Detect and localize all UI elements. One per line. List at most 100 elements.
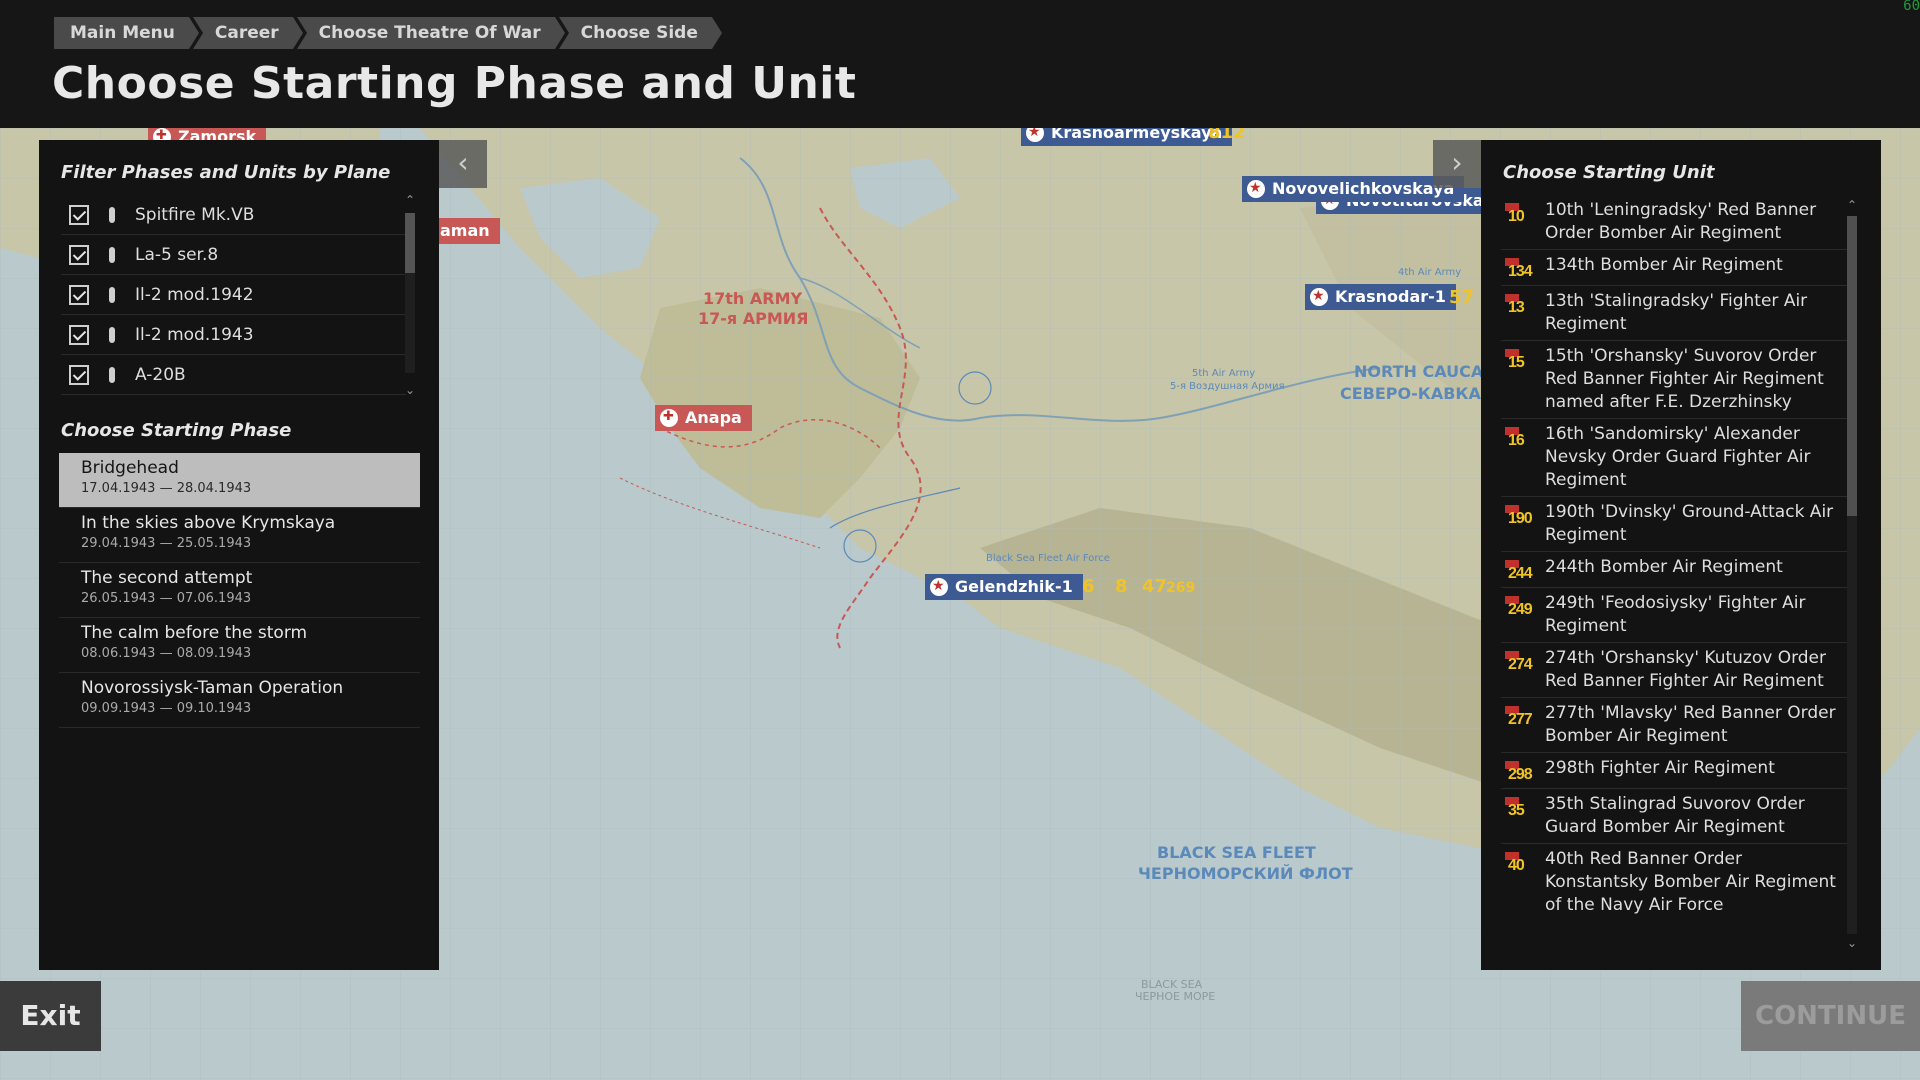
unit-item[interactable]: 277 277th 'Mlavsky' Red Banner Order Bomb… (1501, 698, 1847, 753)
unit-count: 47 (1142, 576, 1168, 597)
plane-filter-row[interactable]: Il-2 mod.1942 (61, 275, 406, 315)
unit-item[interactable]: 10 10th 'Leningradsky' Red Banner Order B… (1501, 195, 1847, 250)
unit-insignia-icon: 249 (1505, 596, 1533, 624)
unit-name: 274th 'Orshansky' Kutuzov Order Red Bann… (1545, 648, 1827, 691)
unit-item[interactable]: 249 249th 'Feodosiysky' Fighter Air Regim… (1501, 588, 1847, 643)
unit-count: 812 (1208, 128, 1246, 143)
filter-heading: Filter Phases and Units by Plane (61, 162, 391, 183)
fleet-label-ru: ЧЕРНОМОРСКИЙ ФЛОТ (1138, 864, 1353, 883)
unit-item[interactable]: 274 274th 'Orshansky' Kutuzov Order Red B… (1501, 643, 1847, 698)
air-army5-label-ru: 5-я Воздушная Армия (1170, 381, 1285, 392)
chevron-down-icon[interactable]: ⌄ (403, 384, 417, 396)
airfield-krasnodar[interactable]: Krasnodar-1 (1305, 283, 1456, 310)
chevron-down-icon[interactable]: ⌄ (1845, 937, 1859, 949)
checkbox[interactable] (69, 204, 89, 225)
unit-insignia-icon: 244 (1505, 560, 1533, 588)
scroll-thumb[interactable] (405, 213, 415, 273)
exit-button[interactable]: Exit (0, 981, 101, 1051)
fps-counter: 60 (1903, 0, 1920, 14)
unit-item[interactable]: 40 40th Red Banner Order Konstantsky Bomb… (1501, 844, 1847, 921)
left-panel: Filter Phases and Units by Plane Spitfir… (39, 140, 439, 970)
plane-filter-row[interactable]: La-5 ser.8 (61, 235, 406, 275)
phase-name: Novorossiysk-Taman Operation (81, 678, 344, 698)
checkbox[interactable] (69, 284, 89, 305)
unit-item[interactable]: 190 190th 'Dvinsky' Ground-Attack Air Reg… (1501, 497, 1847, 552)
checkbox[interactable] (69, 364, 89, 385)
unit-count: 57 (1449, 287, 1475, 308)
unit-number: 244 (1508, 565, 1533, 582)
star-icon (930, 573, 948, 599)
breadcrumb-main-menu[interactable]: Main Menu (54, 17, 199, 49)
phase-list: Bridgehead 17.04.1943 — 28.04.1943 In th… (59, 453, 420, 728)
unit-name: 249th 'Feodosiysky' Fighter Air Regiment (1545, 593, 1806, 636)
breadcrumb-choose-theatre[interactable]: Choose Theatre Of War (296, 17, 565, 49)
checkbox[interactable] (69, 244, 89, 265)
phase-item[interactable]: The second attempt 26.05.1943 — 07.06.19… (59, 563, 420, 618)
checkbox[interactable] (69, 324, 89, 345)
unit-number: 13 (1508, 299, 1525, 316)
unit-insignia-icon: 277 (1505, 706, 1533, 734)
unit-count: 8 (1115, 576, 1128, 597)
plane-list-scrollbar[interactable]: ⌃ ⌄ (403, 194, 417, 396)
unit-item[interactable]: 15 15th 'Orshansky' Suvorov Order Red Ban… (1501, 341, 1847, 419)
plane-label: Spitfire Mk.VB (135, 204, 255, 225)
unit-item[interactable]: 35 35th Stalingrad Suvorov Order Guard Bo… (1501, 789, 1847, 844)
map-next-arrow[interactable]: › (1433, 140, 1481, 188)
plane-filter-row[interactable]: Il-2 mod.1943 (61, 315, 406, 355)
breadcrumb-career[interactable]: Career (192, 17, 303, 49)
airfield-gelendzhik[interactable]: Gelendzhik-1 (925, 573, 1083, 600)
continue-button[interactable]: CONTINUE (1741, 981, 1920, 1051)
phase-item[interactable]: The calm before the storm 08.06.1943 — 0… (59, 618, 420, 673)
airfield-anapa[interactable]: Anapa (655, 404, 752, 431)
unit-item[interactable]: 13 13th 'Stalingradsky' Fighter Air Regim… (1501, 286, 1847, 341)
unit-insignia-icon: 134 (1505, 258, 1533, 286)
unit-name: 16th 'Sandomirsky' Alexander Nevsky Orde… (1545, 424, 1811, 490)
plane-filter-row[interactable]: Spitfire Mk.VB (61, 195, 406, 235)
sea-label-ru: ЧЕРНОЕ МОРЕ (1135, 990, 1216, 1003)
unit-number: 298 (1508, 766, 1533, 783)
star-icon (1247, 175, 1265, 201)
unit-number: 277 (1508, 711, 1533, 728)
plane-label: Il-2 mod.1942 (135, 284, 254, 305)
unit-name: 10th 'Leningradsky' Red Banner Order Bom… (1545, 200, 1817, 243)
plane-label: La-5 ser.8 (135, 244, 219, 265)
unit-number: 16 (1508, 432, 1525, 449)
army17-label-en: 17th ARMY (703, 289, 803, 308)
unit-insignia-icon: 10 (1505, 203, 1531, 231)
unit-list-scrollbar[interactable]: ⌃ ⌄ (1845, 199, 1859, 950)
unit-item[interactable]: 298 298th Fighter Air Regiment (1501, 753, 1847, 789)
phase-item[interactable]: Novorossiysk-Taman Operation 09.09.1943 … (59, 673, 420, 728)
scroll-thumb[interactable] (1847, 216, 1857, 516)
unit-item[interactable]: 134 134th Bomber Air Regiment (1501, 250, 1847, 286)
unit-name: 15th 'Orshansky' Suvorov Order Red Banne… (1545, 346, 1824, 412)
unit-insignia-icon: 274 (1505, 651, 1533, 679)
star-icon (1026, 128, 1044, 145)
unit-item[interactable]: 244 244th Bomber Air Regiment (1501, 552, 1847, 588)
airfield-novovelichkovskaya[interactable]: Novovelichkovskaya (1242, 175, 1465, 202)
chevron-up-icon[interactable]: ⌃ (403, 194, 417, 206)
air-army5-label-en: 5th Air Army (1192, 368, 1256, 379)
unit-insignia-icon: 298 (1505, 761, 1533, 789)
unit-insignia-icon: 35 (1505, 797, 1531, 825)
breadcrumb-choose-side[interactable]: Choose Side (558, 17, 723, 49)
phase-item[interactable]: Bridgehead 17.04.1943 — 28.04.1943 (59, 453, 420, 508)
plane-icon (109, 366, 115, 383)
unit-number: 15 (1508, 354, 1525, 371)
phase-item[interactable]: In the skies above Krymskaya 29.04.1943 … (59, 508, 420, 563)
fleet-label-en: BLACK SEA FLEET (1157, 843, 1316, 862)
phase-dates: 26.05.1943 — 07.06.1943 (81, 591, 252, 606)
phase-dates: 09.09.1943 — 09.10.1943 (81, 701, 252, 716)
phase-name: Bridgehead (81, 458, 179, 478)
map-prev-arrow[interactable]: ‹ (439, 140, 487, 188)
unit-item[interactable]: 16 16th 'Sandomirsky' Alexander Nevsky Or… (1501, 419, 1847, 497)
plane-label: A-20B (135, 364, 186, 385)
right-panel: Choose Starting Unit 10 10th 'Leningradsk… (1481, 140, 1881, 970)
unit-number: 40 (1508, 857, 1525, 874)
airfield-krasnoarmeyskaya[interactable]: Krasnoarmeyskaya (1021, 128, 1233, 146)
phase-dates: 29.04.1943 — 25.05.1943 (81, 536, 252, 551)
chevron-up-icon[interactable]: ⌃ (1845, 199, 1859, 211)
plane-icon (109, 206, 115, 223)
air-army4-label: 4th Air Army (1398, 267, 1462, 278)
plane-filter-row[interactable]: A-20B (61, 355, 406, 395)
phase-name: The calm before the storm (81, 623, 308, 643)
